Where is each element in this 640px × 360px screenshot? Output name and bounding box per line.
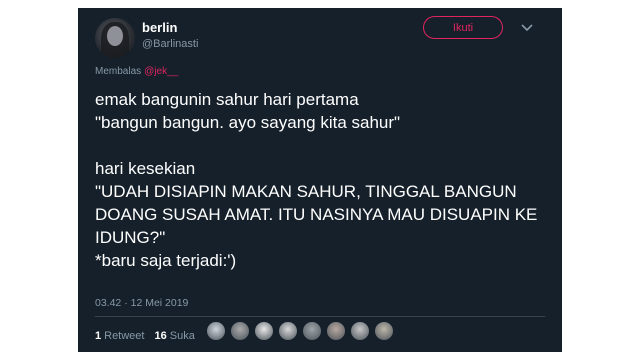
like-label: Suka	[169, 330, 195, 342]
liker-avatar[interactable]	[374, 321, 394, 341]
reply-context: Membalas @jek__	[95, 66, 178, 77]
liker-avatar[interactable]	[326, 321, 346, 341]
tweet-card: berlin @Barlinasti Ikuti Membalas @jek__ …	[78, 8, 562, 352]
retweet-label: Retweet	[104, 330, 145, 342]
chevron-down-icon[interactable]	[520, 22, 534, 34]
retweet-count-link[interactable]: 1 Retweet	[95, 330, 144, 342]
engagement-stats: 1 Retweet 16 Suka	[95, 330, 195, 342]
avatar[interactable]	[95, 18, 135, 58]
liker-avatar[interactable]	[206, 321, 226, 341]
liker-avatar[interactable]	[254, 321, 274, 341]
follow-button[interactable]: Ikuti	[423, 16, 503, 39]
tweet-text: emak bangunin sahur hari pertama "bangun…	[95, 90, 538, 270]
liker-avatar[interactable]	[302, 321, 322, 341]
liker-avatars	[206, 321, 398, 341]
like-count: 16	[154, 330, 167, 342]
like-count-link[interactable]: 16 Suka	[154, 330, 194, 342]
author-name[interactable]: berlin	[142, 20, 177, 35]
liker-avatar[interactable]	[230, 321, 250, 341]
author-handle[interactable]: @Barlinasti	[142, 38, 198, 50]
liker-avatar[interactable]	[278, 321, 298, 341]
retweet-count: 1	[95, 330, 102, 342]
divider	[95, 316, 545, 317]
avatar-face	[107, 26, 123, 46]
follow-button-label: Ikuti	[452, 21, 474, 34]
reply-label: Membalas	[95, 66, 142, 77]
tweet-timestamp[interactable]: 03.42 · 12 Mei 2019	[95, 297, 188, 309]
liker-avatar[interactable]	[350, 321, 370, 341]
reply-mention-link[interactable]: @jek__	[144, 66, 178, 77]
